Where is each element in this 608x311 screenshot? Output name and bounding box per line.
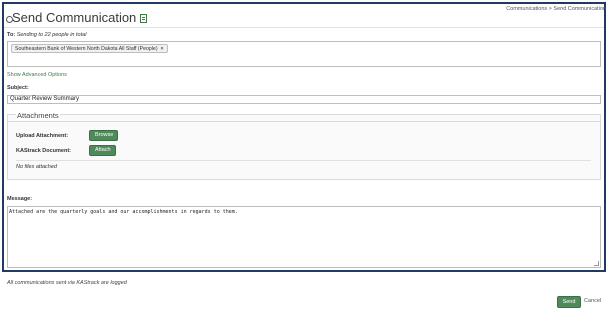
- logged-note: All communications sent via KAStrack are…: [7, 280, 127, 286]
- no-files-text: No files attached: [16, 164, 57, 170]
- recipient-input[interactable]: Southeastern Bank of Western North Dakot…: [7, 41, 601, 67]
- show-advanced-options-link[interactable]: Show Advanced Options: [7, 72, 67, 78]
- message-text: Attached are the quarterly goals and our…: [9, 209, 238, 215]
- message-label: Message:: [7, 196, 33, 202]
- kastrack-document-label: KAStrack Document:: [16, 148, 72, 154]
- attachments-legend-divider: [8, 121, 600, 122]
- cancel-link[interactable]: Cancel: [584, 298, 601, 304]
- message-textarea[interactable]: Attached are the quarterly goals and our…: [7, 206, 601, 268]
- recipient-tag-label: Southeastern Bank of Western North Dakot…: [15, 46, 158, 52]
- to-row: To: Sending to 22 people in total: [7, 32, 86, 38]
- close-icon[interactable]: ×: [161, 46, 164, 52]
- header-divider: [4, 27, 604, 28]
- page-title-text: Send Communication: [12, 10, 137, 25]
- attachments-divider: [16, 160, 591, 161]
- resize-handle-icon[interactable]: [594, 261, 599, 266]
- upload-attachment-label: Upload Attachment:: [16, 133, 69, 139]
- subject-label: Subject:: [7, 85, 29, 91]
- subject-input[interactable]: Quarter Review Summary: [7, 95, 601, 104]
- recipient-tag[interactable]: Southeastern Bank of Western North Dakot…: [11, 44, 168, 53]
- document-icon[interactable]: [140, 14, 148, 23]
- breadcrumb[interactable]: Communications > Send Communication: [506, 6, 606, 12]
- attach-button[interactable]: Attach: [89, 145, 116, 156]
- recipient-count: Sending to 22 people in total: [16, 32, 87, 38]
- to-label: To:: [7, 32, 16, 38]
- send-button[interactable]: Send: [557, 296, 581, 308]
- attachments-legend: Attachments: [16, 111, 60, 120]
- browse-button[interactable]: Browse: [89, 130, 118, 141]
- page-title: Send Communication: [12, 10, 148, 25]
